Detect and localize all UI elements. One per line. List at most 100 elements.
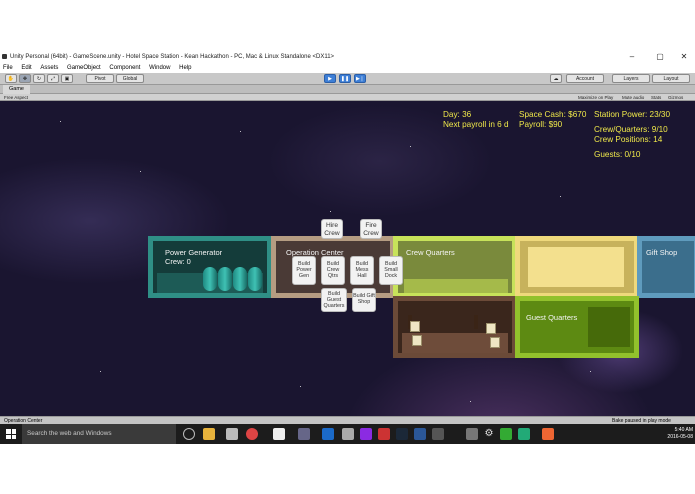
taskbar-search-box[interactable]: Search the web and Windows — [22, 424, 176, 444]
power-generator-room[interactable]: Power Generator Crew: 0 — [148, 236, 272, 298]
screen: Unity Personal (64bit) - GameScene.unity… — [0, 0, 695, 494]
station-power: Station Power: 23/30 — [594, 110, 671, 119]
rect-tool-icon[interactable]: ▣ — [61, 74, 73, 83]
app-icon[interactable] — [542, 428, 554, 440]
system-tray-clock[interactable]: 5:40 AM 2016-05-08 — [667, 424, 693, 444]
game-tab-strip: Game — [0, 85, 695, 94]
hud-money: Space Cash: $670 Payroll: $90 — [519, 110, 586, 130]
task-view-icon[interactable] — [183, 428, 195, 440]
play-button[interactable]: ▶ — [324, 74, 336, 83]
star — [100, 371, 101, 372]
minimize-button[interactable]: ‒ — [620, 50, 644, 64]
unity-logo-icon — [2, 54, 7, 59]
space-cash: Space Cash: $670 — [519, 110, 587, 119]
window-title: Unity Personal (64bit) - GameScene.unity… — [10, 54, 335, 60]
toolbar: ✋ ✥ ↻ ⤢ ▣ Pivot Global ▶ ❚❚ ▶❘ ☁ Account… — [0, 73, 695, 85]
room-title: Crew Quarters — [406, 248, 455, 257]
game-tab[interactable]: Game — [3, 85, 30, 94]
crew-count: Crew: 0 — [165, 257, 191, 266]
app-icon[interactable] — [500, 428, 512, 440]
generator-cylinder — [248, 267, 262, 291]
pause-button[interactable]: ❚❚ — [339, 74, 351, 83]
crate — [490, 337, 500, 348]
room-wall — [588, 307, 630, 347]
title-bar: Unity Personal (64bit) - GameScene.unity… — [0, 50, 695, 64]
gizmos-dropdown[interactable]: Gizmos — [668, 94, 683, 101]
crew-quarters-ratio: Crew/Quarters: 9/10 — [594, 125, 668, 134]
build-power-gen-button[interactable]: Build Power Gen — [292, 256, 316, 285]
gift-shop-room[interactable]: Gift Shop — [637, 236, 695, 298]
account-dropdown[interactable]: Account — [566, 74, 604, 83]
room-title: Gift Shop — [646, 248, 678, 257]
hire-crew-button[interactable]: Hire Crew — [321, 219, 343, 239]
app-icon[interactable] — [360, 428, 372, 440]
star — [300, 386, 301, 387]
maximize-button[interactable]: ▢ — [648, 50, 672, 64]
pivot-toggle[interactable]: Pivot — [86, 74, 114, 83]
star — [410, 146, 411, 147]
rotate-tool-icon[interactable]: ↻ — [33, 74, 45, 83]
star — [140, 171, 141, 172]
menu-assets[interactable]: Assets — [40, 65, 58, 71]
unity-icon[interactable] — [273, 428, 285, 440]
step-button[interactable]: ▶❘ — [354, 74, 366, 83]
star — [560, 196, 561, 197]
build-small-dock-button[interactable]: Build Small Dock — [379, 256, 403, 285]
menu-bar: File Edit Assets GameObject Component Wi… — [0, 64, 695, 73]
build-crew-qtrs-button[interactable]: Build Crew Qtrs — [321, 256, 345, 285]
build-mess-hall-button[interactable]: Build Mess Hall — [350, 256, 374, 285]
crate — [412, 335, 422, 346]
maximize-on-play-toggle[interactable]: Maximize on Play — [578, 94, 613, 101]
windows-start-icon[interactable] — [6, 429, 16, 439]
close-button[interactable]: ✕ — [672, 50, 695, 64]
move-tool-icon[interactable]: ✥ — [19, 74, 31, 83]
room-wall — [528, 247, 624, 287]
visual-studio-icon[interactable] — [322, 428, 334, 440]
global-toggle[interactable]: Global — [116, 74, 144, 83]
game-view: Day: 36 Next payroll in 6 d Space Cash: … — [0, 101, 695, 416]
layers-dropdown[interactable]: Layers — [612, 74, 650, 83]
file-explorer-icon[interactable] — [203, 428, 215, 440]
mute-audio-toggle[interactable]: Mute audio — [622, 94, 644, 101]
cloud-icon[interactable]: ☁ — [550, 74, 562, 83]
clock-time: 5:40 AM — [674, 427, 693, 433]
app-icon[interactable] — [414, 428, 426, 440]
hand-tool-icon[interactable]: ✋ — [5, 74, 17, 83]
payroll-amount: Payroll: $90 — [519, 120, 563, 129]
crew-lounge-room[interactable] — [393, 296, 517, 358]
room-title: Guest Quarters — [526, 313, 578, 322]
crew-positions: Crew Positions: 14 — [594, 135, 663, 144]
build-guest-quarters-button[interactable]: Build Guest Quarters — [321, 288, 347, 312]
app-icon[interactable] — [378, 428, 390, 440]
app-icon[interactable] — [342, 428, 354, 440]
fire-crew-button[interactable]: Fire Crew — [360, 219, 382, 239]
chrome-icon[interactable] — [246, 428, 258, 440]
aspect-dropdown[interactable]: Free Aspect — [4, 95, 28, 100]
menu-component[interactable]: Component — [109, 65, 140, 71]
scale-tool-icon[interactable]: ⤢ — [47, 74, 59, 83]
app-icon[interactable] — [518, 428, 530, 440]
day-counter: Day: 36 — [443, 110, 472, 119]
build-gift-shop-button[interactable]: Build Gift Shop — [352, 288, 376, 312]
app-icon[interactable] — [226, 428, 238, 440]
empty-module-room[interactable] — [515, 236, 639, 298]
menu-file[interactable]: File — [3, 65, 13, 71]
app-icon[interactable] — [298, 428, 310, 440]
payroll-countdown: Next payroll in 6 d — [443, 120, 509, 129]
layout-dropdown[interactable]: Layout — [652, 74, 690, 83]
stats-toggle[interactable]: Stats — [651, 94, 661, 101]
menu-help[interactable]: Help — [179, 65, 191, 71]
menu-window[interactable]: Window — [149, 65, 170, 71]
windows-taskbar: Search the web and Windows ⚙ 5:40 AM 201… — [0, 424, 695, 444]
unity-editor-window: Unity Personal (64bit) - GameScene.unity… — [0, 50, 695, 444]
app-icon[interactable] — [432, 428, 444, 440]
game-view-toolbar: Free Aspect Maximize on Play Mute audio … — [0, 94, 695, 101]
steam-icon[interactable] — [396, 428, 408, 440]
settings-gear-icon[interactable]: ⚙ — [483, 428, 495, 440]
menu-edit[interactable]: Edit — [21, 65, 31, 71]
generator-cylinder — [203, 267, 217, 291]
crew-quarters-room[interactable]: Crew Quarters — [393, 236, 517, 298]
menu-gameobject[interactable]: GameObject — [67, 65, 101, 71]
guest-quarters-room[interactable]: Guest Quarters — [515, 296, 639, 358]
calculator-icon[interactable] — [466, 428, 478, 440]
